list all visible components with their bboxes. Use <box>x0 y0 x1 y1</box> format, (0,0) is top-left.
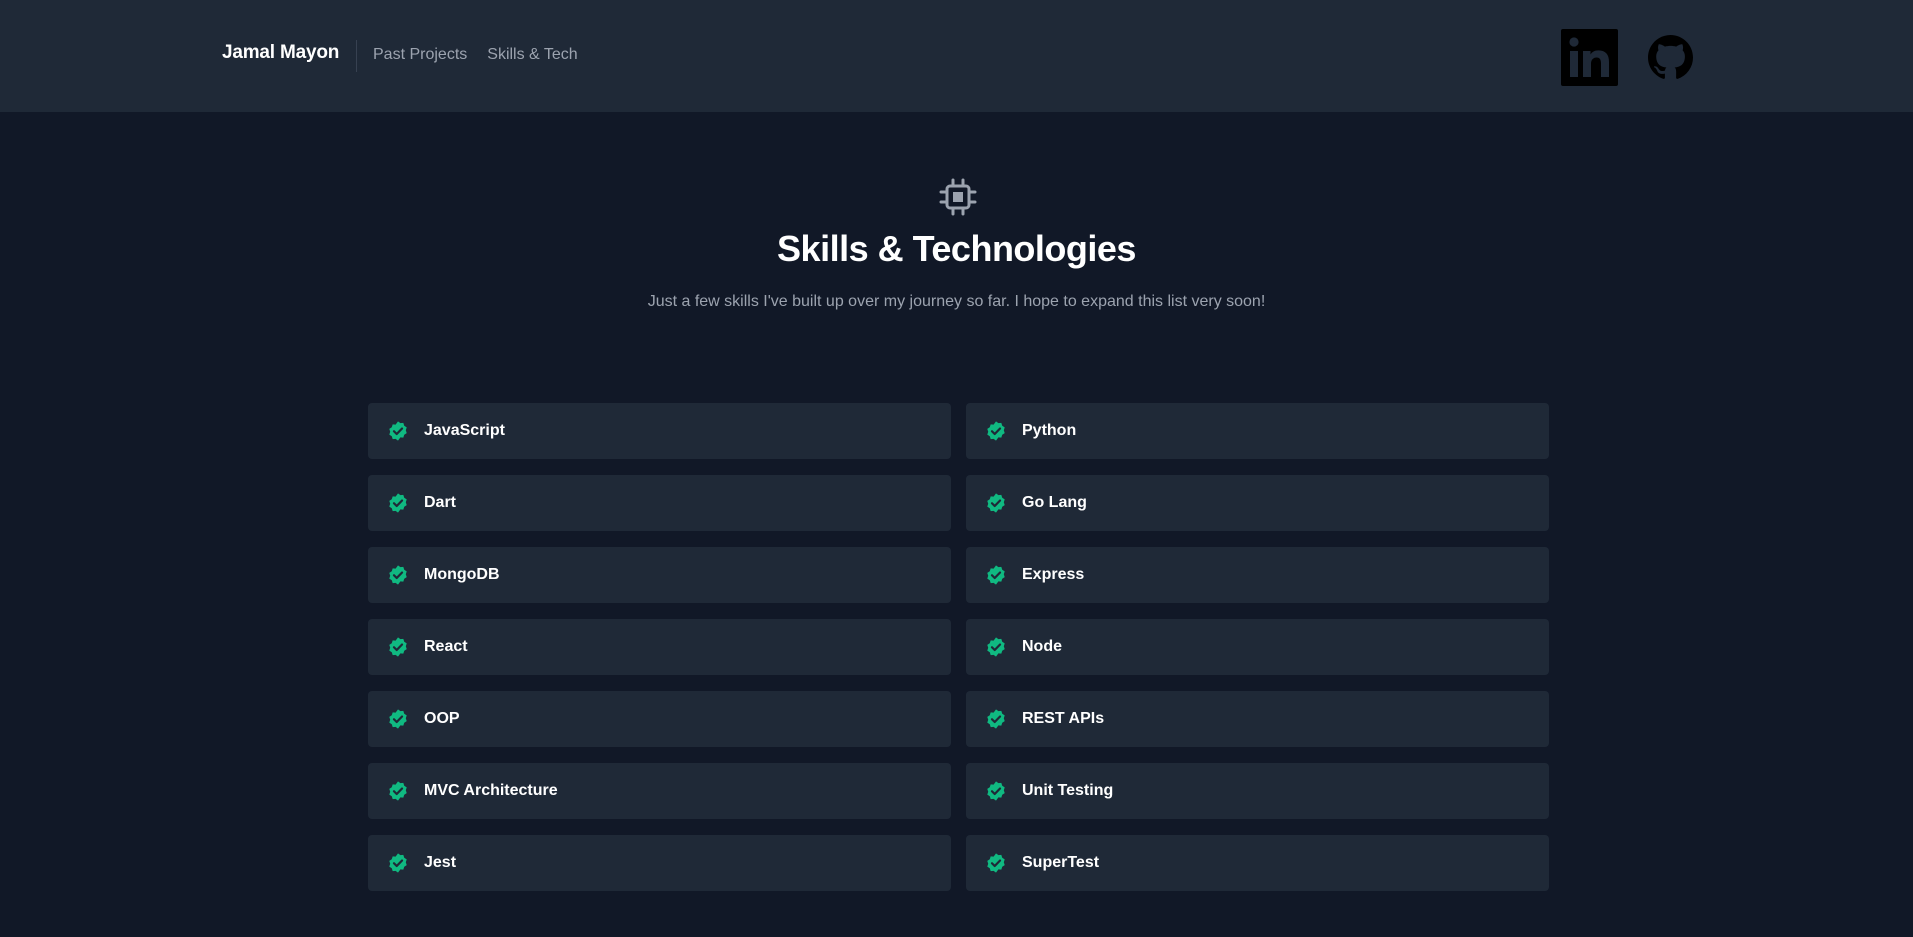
skill-card: OOP <box>368 691 951 747</box>
skill-card: MVC Architecture <box>368 763 951 819</box>
check-badge-icon <box>389 853 407 873</box>
skill-card: REST APIs <box>966 691 1549 747</box>
check-badge-icon <box>389 709 407 729</box>
skill-label: Go Lang <box>1022 494 1087 511</box>
skill-card: Python <box>966 403 1549 459</box>
skill-label: SuperTest <box>1022 854 1100 871</box>
check-badge-icon <box>987 565 1005 585</box>
nav-links: Past Projects Skills & Tech <box>373 46 578 64</box>
skill-card: JavaScript <box>368 403 951 459</box>
skill-label: Jest <box>424 854 457 871</box>
check-badge-icon <box>389 493 407 513</box>
skill-label: MongoDB <box>424 566 500 583</box>
check-badge-icon <box>389 421 407 441</box>
skill-card: SuperTest <box>966 835 1549 891</box>
skill-label: Express <box>1022 566 1085 583</box>
check-badge-icon <box>389 781 407 801</box>
chip-icon <box>939 178 977 216</box>
page-title: Skills & Technologies <box>777 228 1136 269</box>
skill-label: Dart <box>424 494 457 511</box>
skill-label: MVC Architecture <box>424 782 558 799</box>
check-badge-icon <box>389 637 407 657</box>
check-badge-icon <box>987 493 1005 513</box>
skill-card: Go Lang <box>966 475 1549 531</box>
skill-label: JavaScript <box>424 422 505 439</box>
check-badge-icon <box>987 421 1005 441</box>
nav-divider <box>356 40 357 72</box>
skill-card: Node <box>966 619 1549 675</box>
skill-label: OOP <box>424 710 460 727</box>
skill-card: Express <box>966 547 1549 603</box>
skill-label: Node <box>1022 638 1062 655</box>
check-badge-icon <box>987 781 1005 801</box>
skill-card: MongoDB <box>368 547 951 603</box>
skill-card: Jest <box>368 835 951 891</box>
github-link[interactable] <box>1648 35 1693 80</box>
github-icon <box>1648 35 1693 79</box>
linkedin-link[interactable] <box>1561 29 1618 86</box>
skill-card: Dart <box>368 475 951 531</box>
check-badge-icon <box>987 853 1005 873</box>
check-badge-icon <box>389 565 407 585</box>
skill-label: REST APIs <box>1022 710 1105 727</box>
linkedin-icon <box>1561 29 1618 86</box>
skill-label: Unit Testing <box>1022 782 1114 799</box>
check-badge-icon <box>987 709 1005 729</box>
skill-label: Python <box>1022 422 1077 439</box>
page-subtitle: Just a few skills I've built up over my … <box>647 293 1266 310</box>
nav-link-skills-tech[interactable]: Skills & Tech <box>487 46 577 64</box>
top-navbar: Jamal Mayon Past Projects Skills & Tech <box>0 0 1913 112</box>
check-badge-icon <box>987 637 1005 657</box>
skill-label: React <box>424 638 468 655</box>
skill-card: Unit Testing <box>966 763 1549 819</box>
skills-grid: JavaScript Python Dart Go Lang MongoDB E… <box>368 403 1549 891</box>
skill-card: React <box>368 619 951 675</box>
brand-name[interactable]: Jamal Mayon <box>222 42 339 64</box>
nav-link-past-projects[interactable]: Past Projects <box>373 46 467 64</box>
